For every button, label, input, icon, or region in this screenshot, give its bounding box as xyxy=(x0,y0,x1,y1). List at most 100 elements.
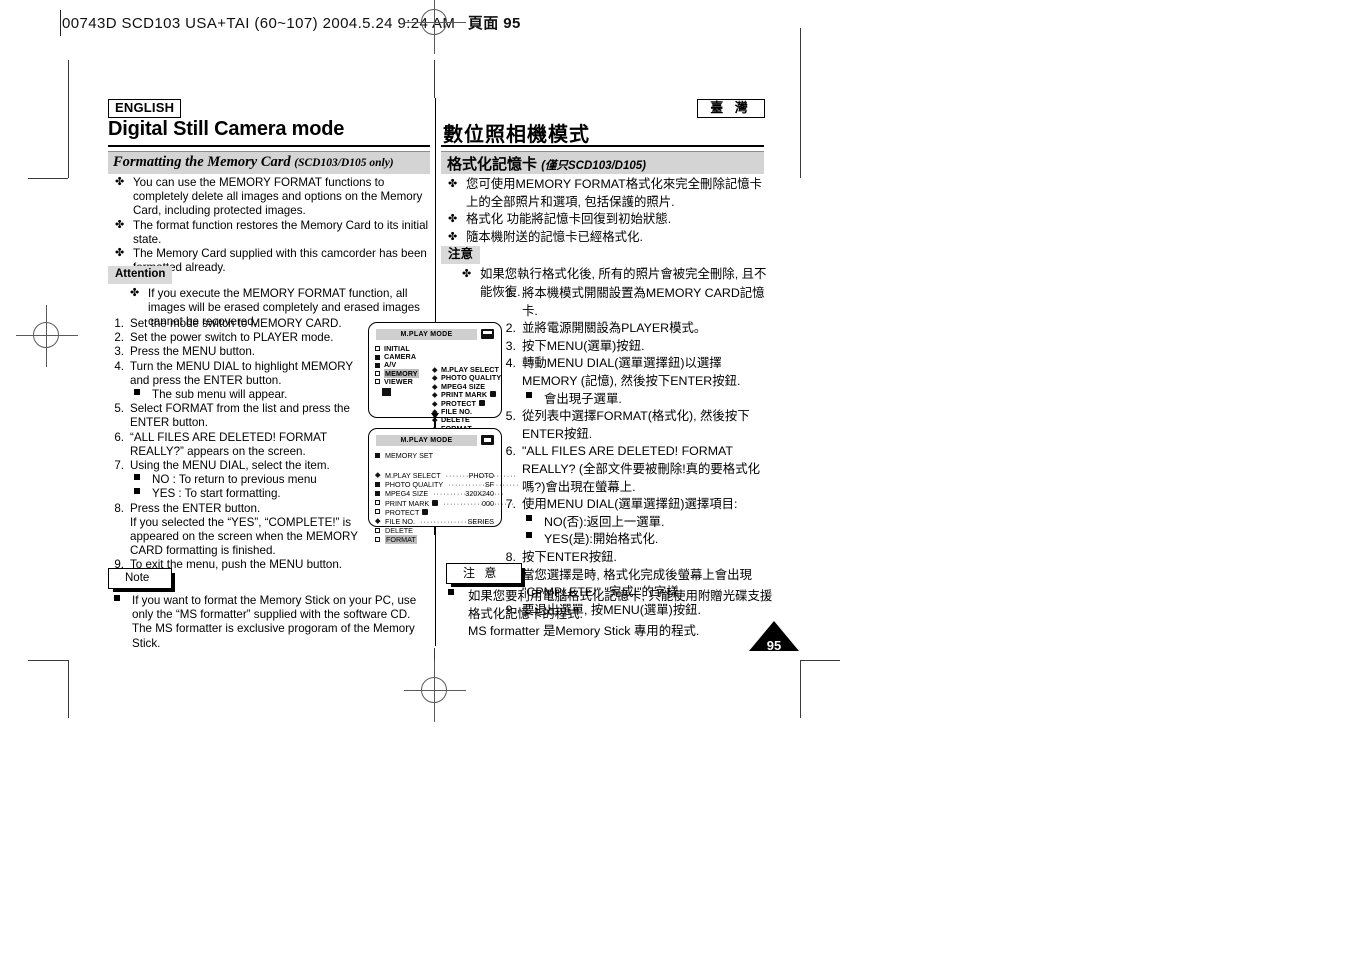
step-number: 1. xyxy=(505,286,516,300)
list-item: 如果您要利用電腦格式化記憶卡, 只能使用附贈光碟支援格式化記憶卡的程式. MS f… xyxy=(444,588,774,641)
step-text: 並將電源開關設為PLAYER模式。 xyxy=(522,321,707,336)
step-number: 3. xyxy=(505,338,516,353)
folder-icon xyxy=(375,452,380,458)
folder-icon xyxy=(375,527,380,533)
note-label-english: Note xyxy=(108,568,176,592)
step-sub-list: 會出現子選單. xyxy=(522,391,772,409)
lcd-setting-row: PHOTO QUALITY ····················· SF xyxy=(375,480,518,490)
folder-icon xyxy=(375,537,380,543)
cross-bullet-icon: ✤ xyxy=(448,178,458,190)
lcd-setting-label: MPEG4 SIZE xyxy=(385,489,429,499)
step-number: 6. xyxy=(505,444,516,459)
step-number: 4. xyxy=(114,359,124,373)
folder-icon xyxy=(375,379,380,385)
step-number: 5. xyxy=(114,402,124,416)
step-item: 2. Set the power switch to PLAYER mode. xyxy=(108,331,363,345)
page-title-english: Digital Still Camera mode xyxy=(108,118,345,140)
step-item: 7. 使用MENU DIAL(選單選擇鈕)選擇項目: NO(否):返回上一選單. YE… xyxy=(500,496,772,549)
diamond-bullet-icon xyxy=(432,392,438,398)
step-text: “ALL FILES ARE DELETED! FORMAT REALLY?” … xyxy=(130,430,327,458)
chinese-steps: 1. 將本機模式開關設置為MEMORY CARD記憶卡. 2. 並將電源開關設為PLA… xyxy=(500,285,772,619)
diamond-bullet-icon xyxy=(375,518,381,524)
step-item: 4. 轉動MENU DIAL(選單選擇鈕)以選擇MEMORY (記憶), 然後按下… xyxy=(500,355,772,408)
step-text: Select FORMAT from the list and press th… xyxy=(130,402,350,430)
folder-icon xyxy=(375,362,380,368)
print-mark-icon xyxy=(490,391,497,398)
folder-icon xyxy=(375,509,380,515)
step-text: 使用MENU DIAL(選單選擇鈕)選擇項目: xyxy=(522,497,738,512)
title-rule-english xyxy=(108,145,430,147)
step-text: Using the MENU DIAL, select the item. xyxy=(130,459,330,473)
lcd-setting-row: FORMAT xyxy=(375,535,496,545)
lcd-menu-item: CAMERA xyxy=(375,353,419,361)
section-title-chinese: 格式化記憶卡 (僅只SCD103/D105) xyxy=(447,153,646,174)
step-number: 7. xyxy=(114,459,124,473)
lcd-setting-row: PROTECT xyxy=(375,508,496,517)
protect-lock-icon xyxy=(479,399,486,406)
cross-bullet-icon: ✤ xyxy=(115,247,125,260)
step-text: Press the MENU button. xyxy=(130,345,256,359)
step-text: "ALL FILES ARE DELETED! FORMAT REALLY? (… xyxy=(522,444,760,494)
step-item: 3. 按下MENU(選單)按鈕. xyxy=(500,338,772,356)
page-number-label: 95 xyxy=(766,638,782,653)
chinese-bullet-list: ✤ 您可使用MEMORY FORMAT格式化來完全刪除記憶卡上的全部照片和選項, … xyxy=(446,176,764,246)
folder-icon xyxy=(375,491,380,496)
diamond-bullet-icon xyxy=(432,367,438,373)
sub-step-text: 會出現子選單. xyxy=(544,391,622,406)
lcd-setting-label: M.PLAY SELECT xyxy=(385,471,441,480)
lcd-setting-label: PHOTO QUALITY xyxy=(385,480,444,490)
step-text: Set the power switch to PLAYER mode. xyxy=(130,331,334,345)
manual-page: ENGLISH Digital Still Camera mode Format… xyxy=(0,0,1348,954)
lcd-main-menu-column: INITIAL CAMERA A/V MEMORY VIEWER xyxy=(375,344,419,386)
step-item: 4. Turn the MENU DIAL to highlight MEMORY… xyxy=(108,360,363,403)
folder-icon xyxy=(375,346,380,352)
step-item: 7. Using the MENU DIAL, select the item. N… xyxy=(108,459,363,502)
protect-lock-icon xyxy=(422,508,429,515)
attention-label-chinese: 注意 xyxy=(441,246,481,264)
list-item: ✤ The format function restores the Memory… xyxy=(113,219,438,247)
square-bullet-icon xyxy=(526,391,532,398)
lcd-settings-rows: M.PLAY SELECT ····················· PHOTO… xyxy=(375,471,518,545)
folder-icon xyxy=(375,354,380,360)
lcd-screen-memory-set: M.PLAY MODE MEMORY SET M.PLAY SELECT ···… xyxy=(368,428,518,545)
list-item: ✤ You can use the MEMORY FORMAT functions… xyxy=(113,176,438,219)
english-steps: 1. Set the mode switch to MEMORY CARD. 2. S… xyxy=(108,317,363,573)
lcd-menu-item: VIEWER xyxy=(375,377,419,386)
lcd-setting-row: DELETE xyxy=(375,526,496,535)
step-sub-list: NO(否):返回上一選單. YES(是):開始格式化. xyxy=(522,514,772,549)
sub-step-text: NO(否):返回上一選單. xyxy=(544,514,665,529)
title-rule-chinese xyxy=(441,145,764,147)
lcd-setting-value: SF xyxy=(484,480,494,490)
diagram-connector-arrow xyxy=(431,413,439,419)
note-text-english: If you want to format the Memory Stick o… xyxy=(110,594,440,651)
step-item: 5. Select FORMAT from the list and press … xyxy=(108,402,363,430)
chinese-bullets: ✤ 您可使用MEMORY FORMAT格式化來完全刪除記憶卡上的全部照片和選項, … xyxy=(446,176,764,246)
diamond-bullet-icon xyxy=(432,400,438,406)
diamond-bullet-icon xyxy=(432,375,438,381)
lcd-group-label-row: MEMORY SET xyxy=(375,451,433,460)
bullet-text: 格式化 功能將記憶卡回復到初始狀態. xyxy=(466,212,672,227)
note-shadow-bottom xyxy=(451,583,526,587)
language-badge-english: ENGLISH xyxy=(108,99,182,118)
lcd-setting-row: PRINT MARK ····················· 000 xyxy=(375,499,513,508)
sub-step-text: NO : To return to previous menu xyxy=(152,473,317,487)
note-bullet-chinese: 如果您要利用電腦格式化記憶卡, 只能使用附贈光碟支援格式化記憶卡的程式. MS f… xyxy=(444,588,774,641)
leader-dots: ····················· xyxy=(440,498,515,508)
step-text: 從列表中選擇FORMAT(格式化), 然後按下 ENTER按鈕. xyxy=(522,409,750,441)
english-bullet-list: ✤ You can use the MEMORY FORMAT functions… xyxy=(113,176,438,275)
step-number: 1. xyxy=(114,317,124,330)
english-bullets: ✤ You can use the MEMORY FORMAT functions… xyxy=(113,176,438,275)
list-item: ✤ 您可使用MEMORY FORMAT格式化來完全刪除記憶卡上的全部照片和選項, … xyxy=(446,176,764,211)
square-bullet-icon xyxy=(448,589,454,595)
cross-bullet-icon: ✤ xyxy=(115,218,125,231)
lcd-setting-value: SERIES xyxy=(467,517,494,527)
diamond-bullet-icon xyxy=(432,384,438,390)
sub-step-text: The sub menu will appear. xyxy=(152,388,288,402)
step-text: Set the mode switch to MEMORY CARD. xyxy=(130,317,342,330)
step-number: 2. xyxy=(114,331,124,345)
list-item: The sub menu will appear. xyxy=(130,388,363,402)
bullet-text: 隨本機附送的記憶卡已經格式化. xyxy=(466,229,643,244)
cross-bullet-icon: ✤ xyxy=(462,268,472,280)
note-shadow-bottom xyxy=(113,588,176,592)
cross-bullet-icon: ✤ xyxy=(115,176,125,188)
